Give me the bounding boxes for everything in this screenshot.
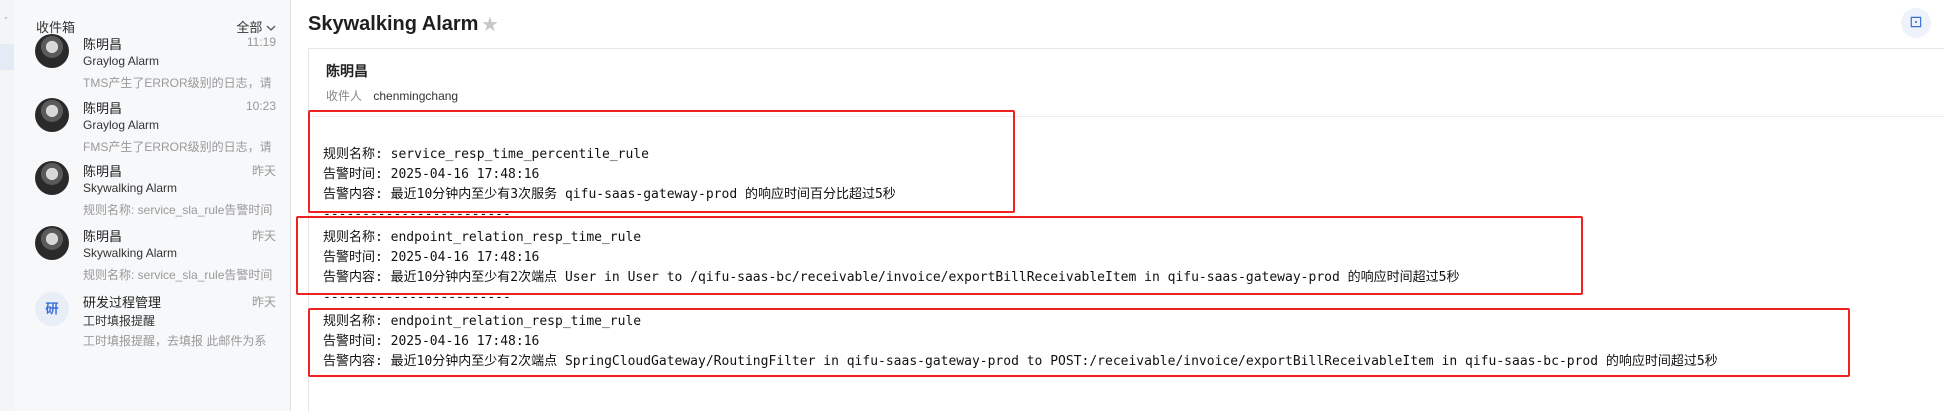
avatar [35,34,69,68]
mail-sender: 研发过程管理 [83,295,162,310]
mail-sender: 陈明昌 [83,164,123,179]
mail-subject: Graylog Alarm [83,118,160,132]
recipient-label: 收件人 [326,89,363,103]
mail-sender: 陈明昌 [83,229,123,244]
list-item[interactable]: 研 研发过程管理 昨天 工时填报提醒 工时填报提醒，去填报 此邮件为系 [14,292,290,372]
mail-preview: FMS产生了ERROR级别的日志，请 [83,140,272,154]
recipient-value[interactable]: chenmingchang [373,89,458,103]
mail-preview: 规则名称: service_sla_rule告警时间 [83,268,273,282]
avatar [35,161,69,195]
avatar: 研 [35,292,69,326]
highlight-box [308,110,1015,213]
mail-subject: Skywalking Alarm [83,246,178,260]
scan-icon[interactable]: ⊡ [1901,8,1931,38]
mail-subject: 工时填报提醒 [83,314,156,328]
mail-preview: 规则名称: service_sla_rule告警时间 [83,203,273,217]
filter-label: 全部 [236,20,263,35]
mail-time: 10:23 [245,99,276,113]
mail-header-bar: Skywalking Alarm ★ ⊡ [291,0,1944,48]
chevron-down-icon [266,20,276,35]
avatar [35,226,69,260]
mail-time: 昨天 [251,295,276,309]
mail-list: 收件箱 全部 陈明昌 11:19 Graylog Alarm TMS产生了ERR… [14,0,291,411]
rail-icon[interactable]: · [4,10,8,24]
highlight-box [308,308,1850,377]
star-icon[interactable]: ★ [481,12,499,37]
mail-time: 昨天 [251,164,276,178]
mail-sender: 陈明昌 [83,101,123,116]
mail-subject: Skywalking Alarm [83,181,178,195]
mail-title: Skywalking Alarm [308,13,479,35]
highlight-box [296,216,1583,295]
recipient-line: 收件人 chenmingchang [326,87,458,104]
mail-sender: 陈明昌 [83,37,123,52]
avatar [35,98,69,132]
mail-time: 昨天 [251,229,276,243]
rail-selected-item[interactable] [0,44,14,70]
mail-time: 11:19 [246,35,276,49]
sender-name: 陈明昌 [326,63,368,79]
mail-preview: TMS产生了ERROR级别的日志，请 [83,76,272,90]
mail-subject: Graylog Alarm [83,54,160,68]
mail-preview: 工时填报提醒，去填报 此邮件为系 [83,334,267,348]
app-rail: · [0,0,15,411]
